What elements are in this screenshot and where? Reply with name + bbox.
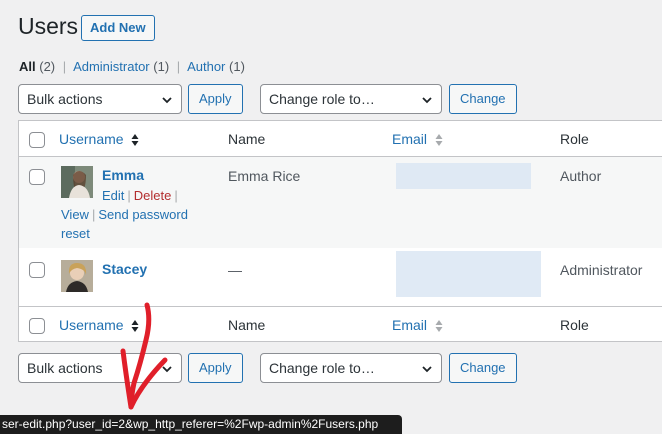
column-label: Email <box>392 317 428 333</box>
separator: | <box>127 188 131 203</box>
user-role-cell: Author <box>560 168 602 184</box>
delete-link[interactable]: Delete <box>134 188 172 203</box>
column-header-email[interactable]: Email <box>392 130 443 148</box>
apply-button-top[interactable]: Apply <box>188 84 243 114</box>
footer-divider <box>19 306 662 307</box>
bulk-actions-value: Bulk actions <box>27 360 103 376</box>
separator: | <box>176 59 181 74</box>
column-footer-email[interactable]: Email <box>392 316 443 334</box>
column-footer-name: Name <box>228 317 266 333</box>
view-author-link[interactable]: Author <box>187 59 225 74</box>
row-actions-line1: Edit | Delete | <box>102 186 181 205</box>
table-row: Emma Edit | Delete | View | Send password res… <box>19 156 662 248</box>
row-checkbox[interactable] <box>29 262 45 278</box>
chevron-down-icon <box>162 366 172 373</box>
column-footer-role: Role <box>560 317 589 333</box>
column-label: Email <box>392 131 428 147</box>
view-author-count: (1) <box>229 59 245 74</box>
view-administrator-link[interactable]: Administrator <box>73 59 150 74</box>
sort-arrows-icon <box>435 134 443 147</box>
select-all-checkbox[interactable] <box>29 132 45 148</box>
change-role-select-top[interactable]: Change role to… <box>260 84 442 114</box>
username-link[interactable]: Stacey <box>102 261 147 277</box>
sort-arrows-icon <box>131 320 139 333</box>
page-title: Users <box>18 13 79 39</box>
redacted-email <box>396 251 541 297</box>
select-all-checkbox-footer[interactable] <box>29 318 45 334</box>
column-header-name: Name <box>228 131 266 147</box>
chevron-down-icon <box>162 97 172 104</box>
change-button-bottom[interactable]: Change <box>449 353 517 383</box>
chevron-down-icon <box>422 366 432 373</box>
view-link[interactable]: View <box>61 207 89 222</box>
user-name-cell: Emma Rice <box>228 168 301 184</box>
row-actions-line3: reset <box>61 224 90 243</box>
sort-arrows-icon <box>131 134 139 147</box>
column-footer-username[interactable]: Username <box>59 316 139 334</box>
change-role-select-bottom[interactable]: Change role to… <box>260 353 442 383</box>
view-all-count: (2) <box>39 59 56 74</box>
user-role-cell: Administrator <box>560 262 643 278</box>
send-password-reset-link[interactable]: reset <box>61 226 90 241</box>
user-name-cell: — <box>228 262 242 278</box>
column-header-role: Role <box>560 131 589 147</box>
view-all-link[interactable]: All <box>19 59 36 74</box>
separator: | <box>91 207 96 222</box>
add-new-button[interactable]: Add New <box>81 15 155 41</box>
table-row: Stacey — Administrator <box>19 248 662 306</box>
status-bar-url: ser-edit.php?user_id=2&wp_http_referer=%… <box>0 415 402 434</box>
sort-arrows-icon <box>435 320 443 333</box>
view-administrator-count: (1) <box>153 59 170 74</box>
username-link[interactable]: Emma <box>102 167 144 183</box>
user-role-filter: All (2) | Administrator (1) | Author (1) <box>19 59 245 75</box>
column-label: Username <box>59 131 124 147</box>
avatar <box>61 260 93 292</box>
chevron-down-icon <box>422 97 432 104</box>
apply-button-bottom[interactable]: Apply <box>188 353 243 383</box>
avatar <box>61 166 93 198</box>
separator: | <box>174 188 178 203</box>
change-button-top[interactable]: Change <box>449 84 517 114</box>
column-label: Username <box>59 317 124 333</box>
send-password-reset-link[interactable]: Send password <box>98 207 188 222</box>
row-actions-line2: View | Send password <box>61 205 188 224</box>
bulk-actions-select-top[interactable]: Bulk actions <box>18 84 182 114</box>
change-role-value: Change role to… <box>269 360 375 376</box>
change-role-value: Change role to… <box>269 91 375 107</box>
edit-link[interactable]: Edit <box>102 188 124 203</box>
bulk-actions-value: Bulk actions <box>27 91 103 107</box>
users-table: Username Name Email Role Emma Edit | Delet… <box>18 120 662 342</box>
bulk-actions-select-bottom[interactable]: Bulk actions <box>18 353 182 383</box>
column-header-username[interactable]: Username <box>59 130 139 148</box>
redacted-email <box>396 163 531 189</box>
separator: | <box>62 59 67 74</box>
row-checkbox[interactable] <box>29 169 45 185</box>
